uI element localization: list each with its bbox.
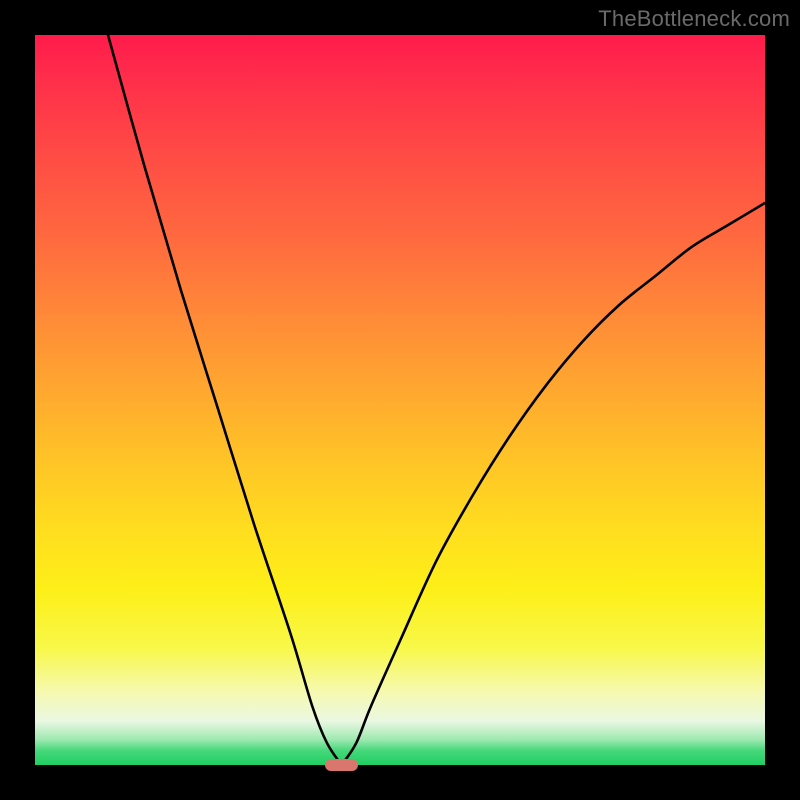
bottleneck-curve: [35, 35, 765, 765]
chart-frame: TheBottleneck.com: [0, 0, 800, 800]
optimal-marker: [325, 759, 358, 771]
plot-area: [35, 35, 765, 765]
watermark-text: TheBottleneck.com: [598, 6, 790, 32]
